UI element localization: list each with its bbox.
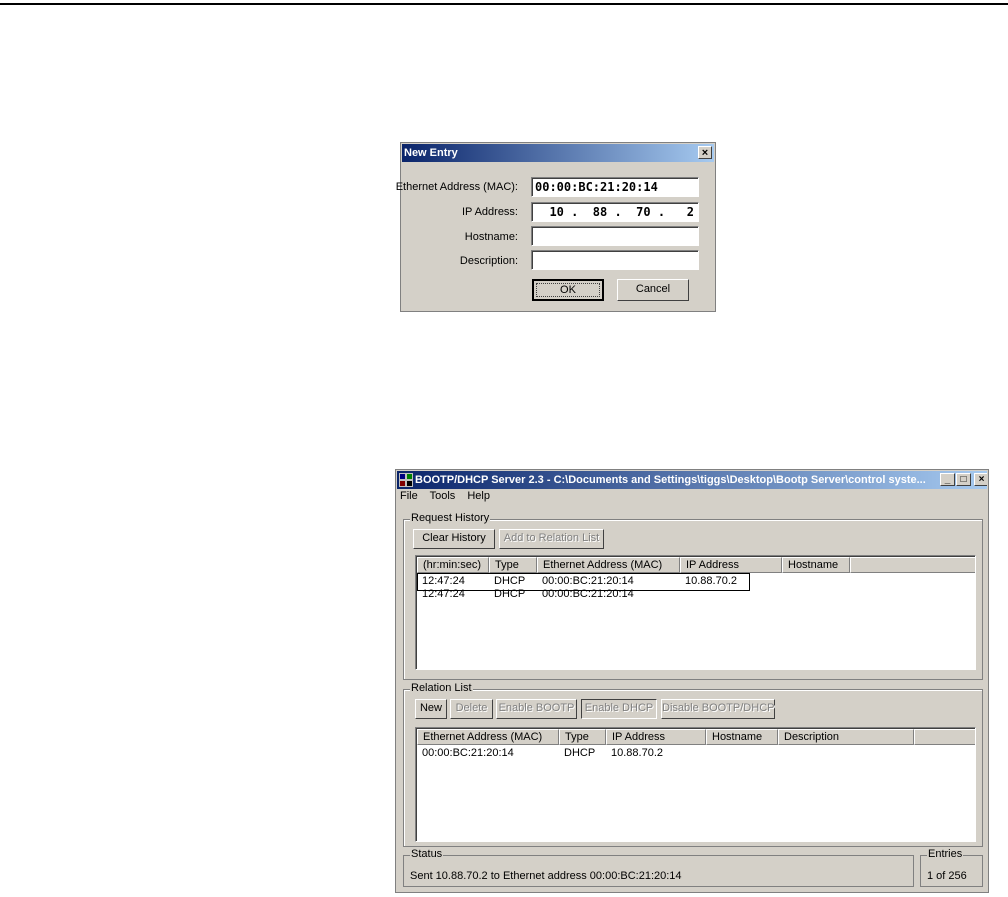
col-hostname[interactable]: Hostname xyxy=(706,729,778,745)
hostname-label: Hostname: xyxy=(464,231,518,243)
bootp-server-window: BOOTP/DHCP Server 2.3 - C:\Documents and… xyxy=(395,469,989,893)
request-history-group: Request History Clear History Add to Rel… xyxy=(403,512,983,680)
ip-label: IP Address: xyxy=(461,206,518,218)
window-title-bar[interactable]: BOOTP/DHCP Server 2.3 - C:\Documents and… xyxy=(397,471,987,489)
page-top-rule xyxy=(0,3,1008,5)
description-label: Description: xyxy=(459,255,518,267)
add-to-relation-list-button[interactable]: Add to Relation List xyxy=(499,529,604,549)
dialog-close-icon[interactable]: × xyxy=(698,146,712,159)
entries-legend: Entries xyxy=(927,848,964,860)
col-mac[interactable]: Ethernet Address (MAC) xyxy=(417,729,559,745)
mac-label: Ethernet Address (MAC): xyxy=(395,181,518,193)
mac-field[interactable]: 00:00:BC:21:20:14 xyxy=(531,177,699,197)
enable-bootp-button[interactable]: Enable BOOTP xyxy=(496,699,577,719)
row-ip: 10.88.70.2 xyxy=(611,747,663,759)
delete-button[interactable]: Delete xyxy=(450,699,493,719)
col-type[interactable]: Type xyxy=(489,557,537,573)
entries-panel: Entries 1 of 256 xyxy=(920,848,983,887)
entries-count: 1 of 256 xyxy=(927,870,967,882)
window-title: BOOTP/DHCP Server 2.3 - C:\Documents and… xyxy=(415,474,926,486)
highlight-box xyxy=(417,573,750,591)
menu-tools[interactable]: Tools xyxy=(430,490,456,502)
col-ip[interactable]: IP Address xyxy=(606,729,706,745)
ok-button[interactable]: OK xyxy=(532,279,604,301)
col-type[interactable]: Type xyxy=(559,729,606,745)
col-mac[interactable]: Ethernet Address (MAC) xyxy=(537,557,680,573)
relation-list-table[interactable]: Ethernet Address (MAC) Type IP Address H… xyxy=(415,727,976,842)
app-icon xyxy=(399,473,413,487)
maximize-icon[interactable]: □ xyxy=(956,473,971,486)
status-legend: Status xyxy=(410,848,444,860)
request-history-list[interactable]: (hr:min:sec) Type Ethernet Address (MAC)… xyxy=(415,555,976,670)
col-description[interactable]: Description xyxy=(778,729,914,745)
col-hostname[interactable]: Hostname xyxy=(782,557,850,573)
menu-help[interactable]: Help xyxy=(467,490,490,502)
request-history-legend: Request History xyxy=(410,512,491,524)
hostname-field[interactable] xyxy=(531,226,699,246)
relation-list-legend: Relation List xyxy=(410,682,473,694)
menu-file[interactable]: File xyxy=(400,490,418,502)
col-filler xyxy=(914,729,975,745)
dialog-title: New Entry xyxy=(404,147,458,159)
status-panel: Status Sent 10.88.70.2 to Ethernet addre… xyxy=(403,848,914,887)
relation-list-group: Relation List New Delete Enable BOOTP En… xyxy=(403,682,983,847)
new-entry-dialog: New Entry × Ethernet Address (MAC): 00:0… xyxy=(396,142,716,312)
clear-history-button[interactable]: Clear History xyxy=(413,529,495,549)
menu-bar: File Tools Help xyxy=(400,490,499,506)
dialog-title-bar[interactable]: New Entry × xyxy=(402,144,714,162)
disable-bootp-dhcp-button[interactable]: Disable BOOTP/DHCP xyxy=(661,699,775,719)
status-text: Sent 10.88.70.2 to Ethernet address 00:0… xyxy=(410,870,682,882)
description-field[interactable] xyxy=(531,250,699,270)
col-time[interactable]: (hr:min:sec) xyxy=(417,557,489,573)
minimize-icon[interactable]: _ xyxy=(940,473,955,486)
new-button[interactable]: New xyxy=(415,699,447,719)
row-type: DHCP xyxy=(564,747,596,759)
close-icon[interactable]: × xyxy=(974,473,987,486)
col-filler xyxy=(850,557,975,573)
enable-dhcp-button[interactable]: Enable DHCP xyxy=(581,699,657,719)
ip-address-field[interactable]: 10 . 88 . 70 . 2 xyxy=(531,202,699,222)
cancel-button[interactable]: Cancel xyxy=(617,279,689,301)
row-mac: 00:00:BC:21:20:14 xyxy=(422,747,514,759)
col-ip[interactable]: IP Address xyxy=(680,557,782,573)
